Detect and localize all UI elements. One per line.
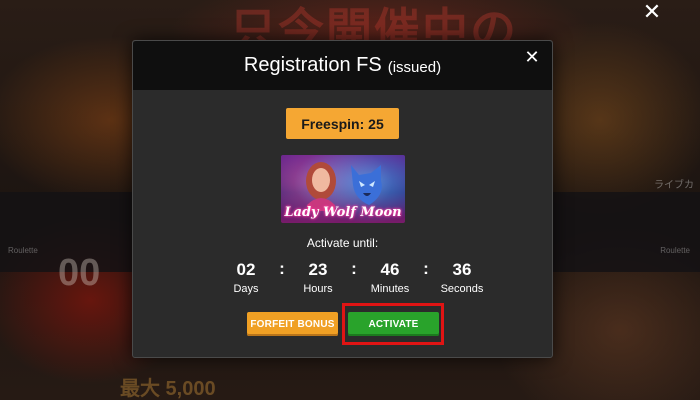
countdown-minutes-label: Minutes xyxy=(370,283,410,295)
countdown-hours-label: Hours xyxy=(303,283,333,295)
modal-close-icon[interactable]: ✕ xyxy=(522,47,542,67)
countdown-days: 02 Days xyxy=(221,259,271,295)
game-thumbnail[interactable]: Lady Wolf Moon xyxy=(281,155,405,223)
game-name: Lady Wolf Moon xyxy=(284,205,402,220)
background-bottom-text: 最大 5,000 xyxy=(120,378,216,400)
background-side-label: ライブカ xyxy=(654,180,694,191)
modal-header: Registration FS (issued) ✕ xyxy=(133,41,552,90)
activate-button[interactable]: ACTIVATE xyxy=(348,312,439,336)
countdown-seconds: 36 Seconds xyxy=(437,259,487,295)
countdown-seconds-label: Seconds xyxy=(440,283,484,295)
countdown-minutes-value: 46 xyxy=(380,260,400,279)
countdown-days-label: Days xyxy=(233,283,259,295)
countdown-seconds-value: 36 xyxy=(452,260,472,279)
forfeit-bonus-button[interactable]: FORFEIT BONUS xyxy=(247,312,338,336)
activate-until-label: Activate until: xyxy=(306,236,379,250)
background-side-small-label: Roulette xyxy=(660,246,690,255)
modal-subtitle: (issued) xyxy=(387,58,442,76)
background-promo-number: 00 xyxy=(58,252,101,294)
countdown-separator: : xyxy=(351,259,357,278)
countdown-separator: : xyxy=(279,259,285,278)
countdown-minutes: 46 Minutes xyxy=(365,259,415,295)
countdown-timer: 02 Days : 23 Hours : 46 Minutes : 36 Sec… xyxy=(221,259,487,295)
countdown-hours: 23 Hours xyxy=(293,259,343,295)
registration-fs-modal: Registration FS (issued) ✕ Freespin: 25 xyxy=(132,40,553,358)
countdown-days-value: 02 xyxy=(236,260,256,279)
countdown-separator: : xyxy=(423,259,429,278)
countdown-hours-value: 23 xyxy=(308,260,328,279)
modal-title: Registration FS xyxy=(243,54,382,76)
freespin-badge: Freespin: 25 xyxy=(286,108,399,139)
page-close-icon[interactable]: ✕ xyxy=(640,0,664,24)
background-left-small-label: Roulette xyxy=(8,246,38,255)
